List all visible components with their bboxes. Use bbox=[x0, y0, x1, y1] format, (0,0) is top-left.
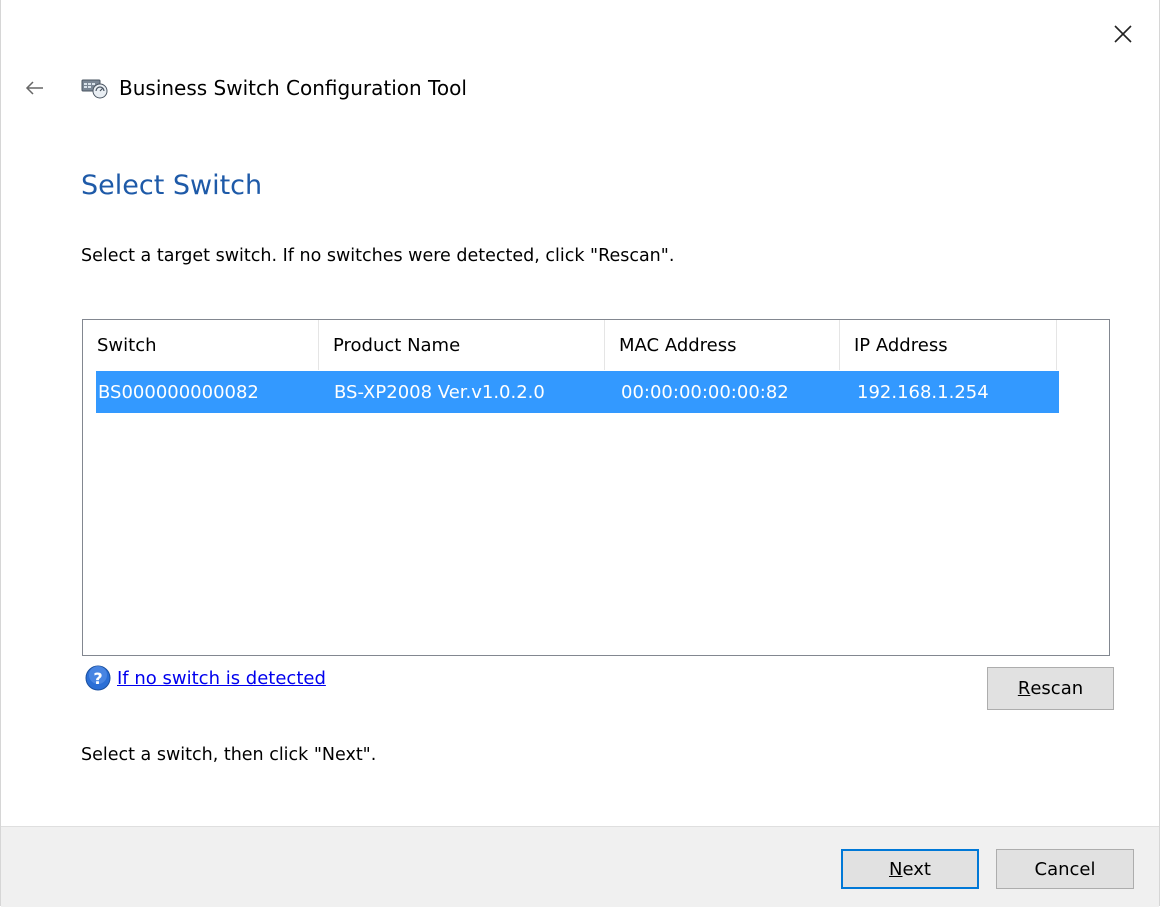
rescan-label: escan bbox=[1030, 678, 1084, 699]
close-button[interactable] bbox=[1101, 16, 1145, 52]
help-link-group: ? If no switch is detected bbox=[85, 665, 326, 691]
next-button[interactable]: Next bbox=[841, 849, 979, 889]
help-icon: ? bbox=[85, 665, 111, 691]
next-label: ext bbox=[902, 858, 931, 880]
help-link[interactable]: If no switch is detected bbox=[117, 668, 326, 689]
instruction-text: Select a target switch. If no switches w… bbox=[81, 246, 675, 266]
list-body: BS000000000082 BS-XP2008 Ver.v1.0.2.0 00… bbox=[96, 371, 1059, 413]
button-bar: Next Cancel bbox=[1, 826, 1159, 907]
cell-product-name: BS-XP2008 Ver.v1.0.2.0 bbox=[334, 381, 545, 403]
dialog-window: Business Switch Configuration Tool Selec… bbox=[0, 0, 1160, 907]
next-mnemonic: N bbox=[889, 858, 903, 880]
column-header-ip-address[interactable]: IP Address bbox=[840, 320, 1057, 370]
column-header-switch[interactable]: Switch bbox=[83, 320, 319, 370]
rescan-mnemonic: R bbox=[1017, 678, 1031, 699]
back-arrow-icon bbox=[25, 81, 43, 95]
back-button[interactable] bbox=[15, 70, 55, 106]
cell-switch: BS000000000082 bbox=[98, 381, 259, 403]
close-icon bbox=[1114, 25, 1132, 43]
network-switch-icon bbox=[81, 79, 108, 99]
table-row[interactable]: BS000000000082 BS-XP2008 Ver.v1.0.2.0 00… bbox=[96, 371, 1059, 413]
app-title: Business Switch Configuration Tool bbox=[119, 76, 467, 100]
cancel-button[interactable]: Cancel bbox=[996, 849, 1134, 889]
rescan-button[interactable]: Rescan bbox=[987, 667, 1114, 710]
page-title: Select Switch bbox=[81, 170, 263, 201]
svg-text:?: ? bbox=[93, 669, 102, 688]
footer-instruction-text: Select a switch, then click "Next". bbox=[81, 745, 377, 765]
cell-mac-address: 00:00:00:00:00:82 bbox=[621, 381, 789, 403]
cell-ip-address: 192.168.1.254 bbox=[857, 381, 989, 403]
switch-list-view[interactable]: Switch Product Name MAC Address IP Addre… bbox=[82, 319, 1110, 656]
column-header-mac-address[interactable]: MAC Address bbox=[605, 320, 840, 370]
list-header: Switch Product Name MAC Address IP Addre… bbox=[83, 320, 1057, 370]
column-header-product-name[interactable]: Product Name bbox=[319, 320, 605, 370]
